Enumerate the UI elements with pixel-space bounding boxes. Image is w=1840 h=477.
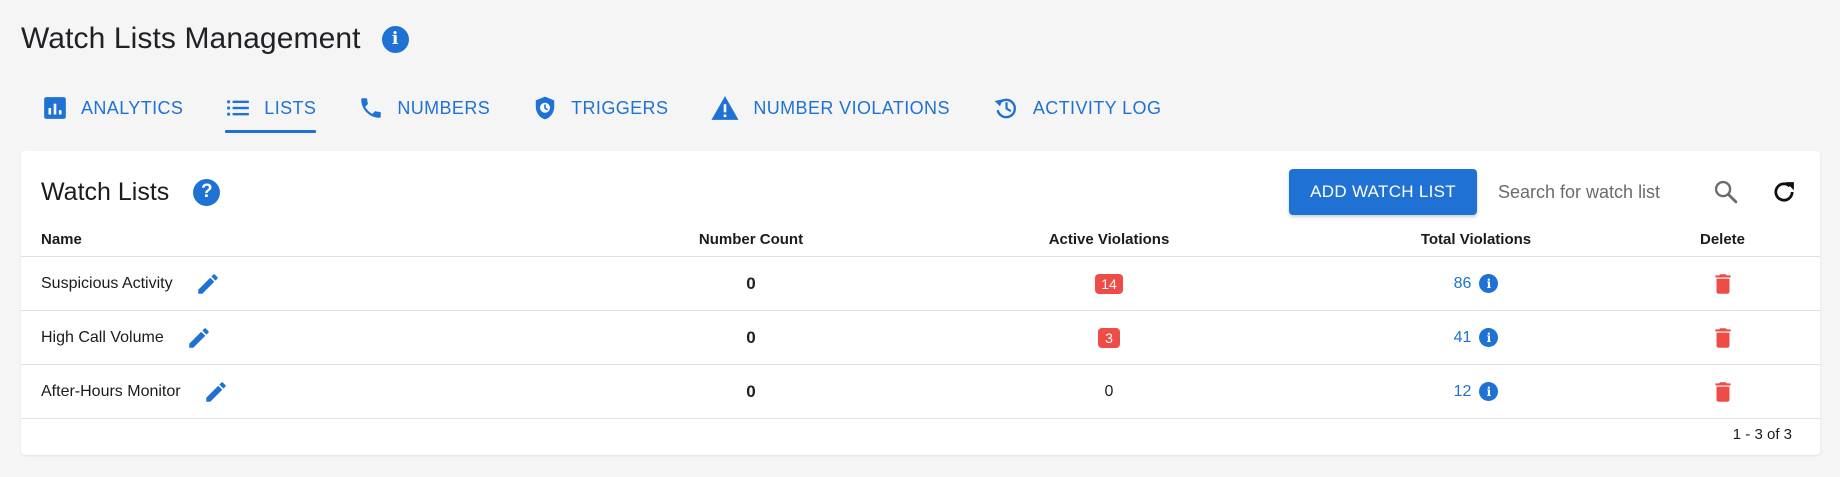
tab-number-violations-label: NUMBER VIOLATIONS bbox=[753, 97, 950, 118]
active-violations-badge: 3 bbox=[1098, 327, 1120, 348]
tab-triggers[interactable]: TRIGGERS bbox=[532, 92, 668, 124]
tab-activity-log[interactable]: ACTIVITY LOG bbox=[992, 92, 1162, 124]
column-header-active-violations[interactable]: Active Violations bbox=[891, 231, 1327, 248]
edit-icon[interactable] bbox=[186, 325, 212, 351]
info-circle-icon[interactable]: i bbox=[1479, 382, 1499, 401]
total-violations-link[interactable]: 86 bbox=[1454, 275, 1472, 293]
table-header: Name Number Count Active Violations Tota… bbox=[21, 223, 1820, 257]
search-input[interactable] bbox=[1498, 181, 1698, 203]
number-count: 0 bbox=[746, 381, 756, 401]
delete-icon[interactable] bbox=[1710, 271, 1736, 297]
watch-lists-table: Name Number Count Active Violations Tota… bbox=[21, 223, 1820, 419]
column-header-name[interactable]: Name bbox=[21, 231, 611, 248]
tab-analytics-label: ANALYTICS bbox=[81, 97, 184, 118]
card-actions: ADD WATCH LIST bbox=[1289, 169, 1800, 215]
shield-clock-icon bbox=[535, 96, 555, 120]
edit-icon[interactable] bbox=[203, 379, 229, 405]
watch-list-name: High Call Volume bbox=[41, 328, 164, 346]
search-icon[interactable] bbox=[1710, 176, 1742, 208]
column-header-total-violations[interactable]: Total Violations bbox=[1327, 231, 1625, 248]
number-count: 0 bbox=[746, 273, 756, 293]
tab-analytics[interactable]: ANALYTICS bbox=[42, 92, 183, 124]
pagination-summary: 1 - 3 of 3 bbox=[1732, 426, 1792, 443]
active-violations-badge: 14 bbox=[1095, 273, 1123, 294]
number-count: 0 bbox=[746, 327, 756, 347]
table-row: After-Hours Monitor 0 0 12 i bbox=[21, 365, 1820, 419]
column-header-delete: Delete bbox=[1699, 231, 1746, 248]
add-watch-list-button[interactable]: ADD WATCH LIST bbox=[1289, 169, 1477, 215]
page-header: Watch Lists Management i bbox=[21, 22, 409, 56]
total-violations-link[interactable]: 41 bbox=[1454, 329, 1472, 347]
watch-list-name: Suspicious Activity bbox=[41, 274, 173, 292]
history-icon bbox=[994, 98, 1016, 119]
delete-icon[interactable] bbox=[1710, 325, 1736, 351]
watch-lists-card: Watch Lists ? ADD WATCH LIST Name Number… bbox=[21, 151, 1820, 455]
info-circle-icon[interactable]: i bbox=[381, 25, 409, 53]
tab-triggers-label: TRIGGERS bbox=[571, 97, 669, 118]
tab-number-violations[interactable]: NUMBER VIOLATIONS bbox=[710, 92, 950, 124]
tab-numbers[interactable]: NUMBERS bbox=[358, 92, 490, 124]
delete-icon[interactable] bbox=[1710, 379, 1736, 405]
active-violations-value: 0 bbox=[1104, 382, 1114, 400]
tab-lists-label: LISTS bbox=[264, 97, 317, 118]
table-row: Suspicious Activity 0 14 86 i bbox=[21, 257, 1820, 311]
column-header-number-count[interactable]: Number Count bbox=[611, 231, 891, 248]
edit-icon[interactable] bbox=[195, 271, 221, 297]
tab-numbers-label: NUMBERS bbox=[397, 97, 491, 118]
phone-icon bbox=[361, 98, 382, 118]
analytics-icon bbox=[44, 97, 66, 119]
card-header: Watch Lists ? ADD WATCH LIST bbox=[41, 167, 1800, 217]
tab-bar: ANALYTICS LISTS NUMBERS TRIGGERS NUMBER … bbox=[42, 92, 1203, 133]
watch-list-name: After-Hours Monitor bbox=[41, 382, 181, 400]
info-circle-icon[interactable]: i bbox=[1479, 274, 1499, 293]
help-icon[interactable]: ? bbox=[193, 178, 221, 206]
list-icon bbox=[227, 100, 250, 116]
tab-lists[interactable]: LISTS bbox=[225, 92, 317, 133]
card-title: Watch Lists bbox=[41, 177, 170, 206]
page-title: Watch Lists Management bbox=[21, 22, 361, 55]
refresh-icon[interactable] bbox=[1768, 176, 1800, 208]
total-violations-link[interactable]: 12 bbox=[1454, 383, 1472, 401]
warning-icon bbox=[711, 96, 739, 120]
tab-activity-log-label: ACTIVITY LOG bbox=[1032, 97, 1162, 118]
info-circle-icon[interactable]: i bbox=[1479, 328, 1499, 347]
table-row: High Call Volume 0 3 41 i bbox=[21, 311, 1820, 365]
